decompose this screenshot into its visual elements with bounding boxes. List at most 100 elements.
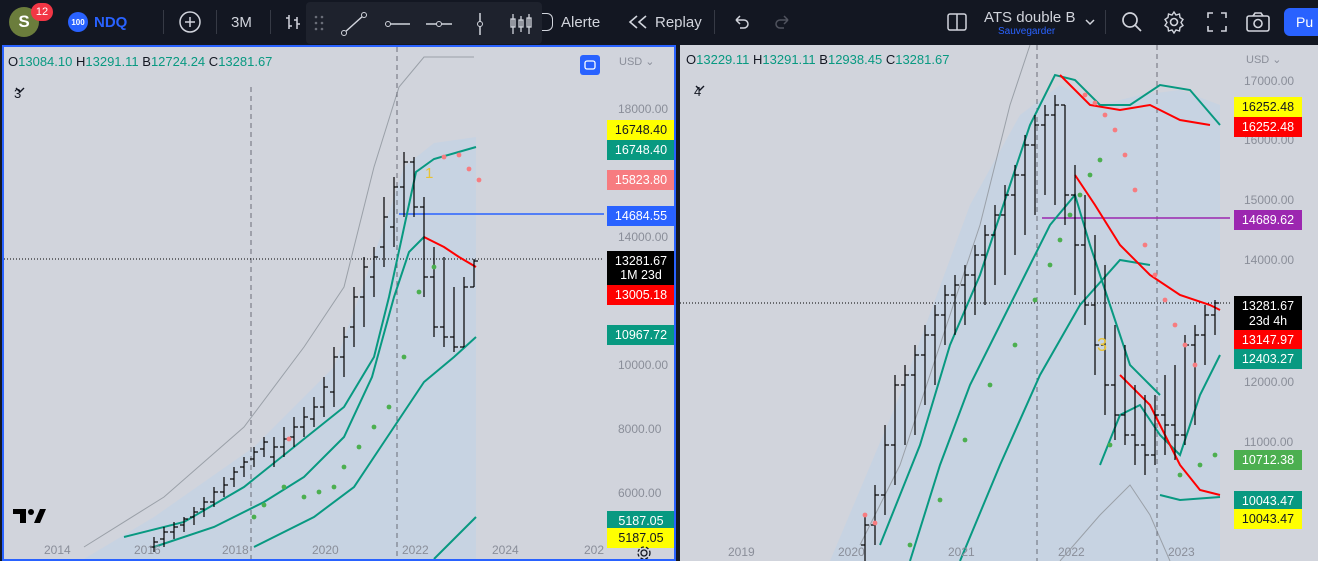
sar-dot-up xyxy=(301,494,307,500)
time-tick-label: 2022 xyxy=(1058,545,1085,559)
price-tick-label: 12000.00 xyxy=(1244,375,1295,389)
chart-pane-left[interactable]: O13084.10 H13291.11 B12724.24 C13281.67 … xyxy=(2,45,676,561)
currency-selector[interactable]: USD ⌄ xyxy=(1246,53,1282,66)
chart-canvas-left[interactable] xyxy=(4,47,674,559)
settings-gear-icon[interactable] xyxy=(636,545,652,561)
alert-button[interactable]: Alerte xyxy=(542,0,600,44)
sar-dot-up xyxy=(1087,172,1093,178)
time-tick-label: 2024 xyxy=(492,543,519,557)
toolbar-divider xyxy=(163,10,164,34)
chart-canvas-right[interactable] xyxy=(680,45,1318,561)
rewind-icon xyxy=(628,15,647,29)
vertical-line-icon[interactable] xyxy=(470,11,490,37)
sar-dot-down xyxy=(1192,362,1198,368)
chevron-down-icon xyxy=(695,85,705,91)
time-tick-label: 2022 xyxy=(402,543,429,557)
price-label: 10967.72 xyxy=(607,325,674,345)
sar-dot-up xyxy=(1107,442,1113,448)
price-tick-label: 8000.00 xyxy=(618,422,662,436)
sar-dot-down xyxy=(1102,112,1108,118)
ohlc-readout: O13229.11 H13291.11 B12938.45 C13281.67 xyxy=(686,52,950,67)
currency-selector[interactable]: USD ⌄ xyxy=(619,55,655,68)
sar-dot-down xyxy=(441,154,447,160)
sar-dot-down xyxy=(456,152,462,158)
indicator-legend-toggle[interactable]: 4 xyxy=(694,84,705,99)
sar-dot-up xyxy=(937,497,943,503)
fullscreen-icon[interactable] xyxy=(1206,11,1228,33)
top-toolbar: S 12 100 NDQ 3M Alerte Replay ATS double… xyxy=(0,0,1318,44)
price-tick-label: 18000.00 xyxy=(618,102,669,116)
sar-dot-up xyxy=(1212,452,1218,458)
sar-dot-down xyxy=(1092,100,1098,106)
undo-icon xyxy=(735,15,749,29)
sar-dot-up xyxy=(1057,237,1063,243)
symbol-name: NDQ xyxy=(94,13,128,31)
price-label: 16252.48 xyxy=(1234,117,1302,137)
sar-dot-down xyxy=(1162,297,1168,303)
channel-fill xyxy=(84,137,476,559)
sar-dot-down xyxy=(1142,242,1148,248)
publish-label: Pu xyxy=(1296,14,1314,30)
sar-dot-up xyxy=(1097,157,1103,163)
undo-button[interactable] xyxy=(731,0,751,44)
toolbar-divider xyxy=(270,10,271,34)
price-label: 12403.27 xyxy=(1234,349,1302,369)
price-label: 10043.47 xyxy=(1234,491,1302,511)
price-label: 23d 4h xyxy=(1234,311,1302,331)
currency-label: USD xyxy=(619,56,643,68)
indicator-legend-toggle[interactable]: 3 xyxy=(14,86,25,101)
publish-button[interactable]: Pu xyxy=(1284,8,1318,36)
chart-type-button[interactable] xyxy=(283,0,303,44)
avatar-initial: S xyxy=(18,12,30,31)
save-status[interactable]: Sauvegarder xyxy=(998,26,1055,37)
layout-name[interactable]: ATS double B xyxy=(984,9,1075,26)
time-tick-label: 2020 xyxy=(312,543,339,557)
toolbar-divider xyxy=(216,10,217,34)
sar-dot-up xyxy=(987,382,993,388)
candles-icon[interactable] xyxy=(508,11,534,37)
sar-dot-up xyxy=(1032,297,1038,303)
ohlc-readout: O13084.10 H13291.11 B12724.24 C13281.67 xyxy=(8,54,273,69)
sar-dot-down xyxy=(1122,152,1128,158)
drag-handle-icon[interactable] xyxy=(314,14,324,32)
chevron-down-icon[interactable] xyxy=(1084,16,1096,28)
gear-icon[interactable] xyxy=(1162,10,1186,34)
sar-dot-down xyxy=(1082,92,1088,98)
sar-dot-up xyxy=(251,514,257,520)
sar-dot-down xyxy=(862,512,868,518)
layout-select-button[interactable] xyxy=(946,0,968,44)
interval-button[interactable]: 3M xyxy=(231,0,252,44)
search-icon[interactable] xyxy=(1120,10,1144,34)
sar-dot-up xyxy=(962,437,968,443)
redo-button[interactable] xyxy=(773,0,793,44)
trend-line-icon[interactable] xyxy=(340,11,368,37)
horizontal-ray-icon[interactable] xyxy=(382,14,412,34)
price-label: 16748.40 xyxy=(607,120,674,140)
sync-icon xyxy=(584,60,596,70)
price-tick-label: 11000.00 xyxy=(1244,435,1294,449)
sar-dot-up xyxy=(401,354,407,360)
compare-symbol-button[interactable] xyxy=(178,0,202,44)
price-label: 13005.18 xyxy=(607,285,674,305)
price-label: 15823.80 xyxy=(607,170,674,190)
price-tick-label: 17000.00 xyxy=(1244,74,1295,88)
sar-dot-down xyxy=(1152,272,1158,278)
replay-label: Replay xyxy=(655,13,702,31)
time-tick-label: 202 xyxy=(584,543,605,557)
chevron-down-icon xyxy=(15,87,25,93)
horizontal-line-icon[interactable] xyxy=(424,14,454,34)
symbol-search-button[interactable]: NDQ xyxy=(94,0,127,44)
price-tick-label: 6000.00 xyxy=(618,486,662,500)
camera-icon[interactable] xyxy=(1245,10,1271,34)
sar-dot-down xyxy=(1172,322,1178,328)
price-label: 14689.62 xyxy=(1234,210,1302,230)
time-tick-label: 2014 xyxy=(44,543,71,557)
chart-pane-right[interactable]: O13229.11 H13291.11 B12938.45 C13281.67 … xyxy=(680,45,1318,561)
sar-dot-down xyxy=(1132,187,1138,193)
price-tick-label: 10000.00 xyxy=(618,358,669,372)
sync-button[interactable] xyxy=(580,55,600,75)
alert-icon xyxy=(542,13,553,31)
notification-badge: 12 xyxy=(31,3,53,21)
replay-button[interactable]: Replay xyxy=(627,0,702,44)
interval-label: 3M xyxy=(231,13,252,31)
